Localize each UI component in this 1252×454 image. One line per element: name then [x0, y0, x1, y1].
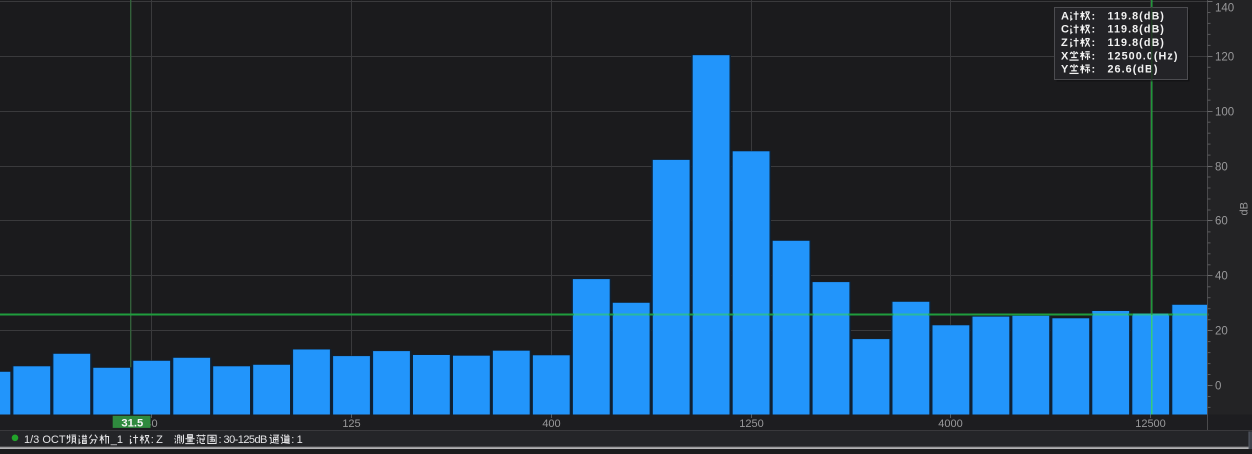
svg-text:60: 60 [1215, 216, 1228, 228]
svg-text:1/3 OCT: 1/3 OCT [24, 434, 66, 446]
svg-text:12500: 12500 [1135, 418, 1166, 430]
svg-text:Y: Y [1061, 64, 1069, 76]
svg-text:X: X [1061, 50, 1069, 62]
svg-text::: : [1092, 24, 1096, 36]
svg-text:12500.0(Hz): 12500.0(Hz) [1108, 50, 1179, 62]
svg-text:120: 120 [1215, 52, 1234, 64]
svg-text:20: 20 [1215, 326, 1228, 338]
svg-text:400: 400 [542, 418, 560, 430]
svg-text:0: 0 [1215, 381, 1221, 393]
svg-text:100: 100 [1215, 107, 1234, 119]
svg-text:A: A [1061, 10, 1069, 22]
svg-text:C: C [1061, 24, 1069, 36]
svg-text:26.6(dB): 26.6(dB) [1108, 64, 1159, 76]
svg-text:1250: 1250 [739, 418, 763, 430]
svg-text:119.8(dB): 119.8(dB) [1108, 10, 1165, 22]
svg-text:_1: _1 [110, 434, 123, 446]
svg-text:Z: Z [1061, 37, 1068, 49]
svg-text::: : [1092, 64, 1096, 76]
svg-text:31.5: 31.5 [121, 417, 143, 429]
svg-text::: : [1092, 50, 1096, 62]
svg-text:80: 80 [1215, 162, 1228, 174]
svg-text:4000: 4000 [938, 418, 962, 430]
svg-text:: 30-125dB: : 30-125dB [219, 434, 268, 446]
svg-text::: : [1092, 10, 1096, 22]
svg-text:119.8(dB): 119.8(dB) [1108, 24, 1165, 36]
svg-text:125: 125 [342, 418, 360, 430]
svg-text:dB: dB [1239, 202, 1251, 215]
svg-text::: : [1092, 37, 1096, 49]
svg-text:140: 140 [1215, 3, 1234, 15]
svg-text:40: 40 [1215, 271, 1228, 283]
svg-text:: Z: : Z [151, 434, 163, 446]
svg-text:: 1: : 1 [291, 434, 302, 446]
svg-text:119.8(dB): 119.8(dB) [1108, 37, 1165, 49]
